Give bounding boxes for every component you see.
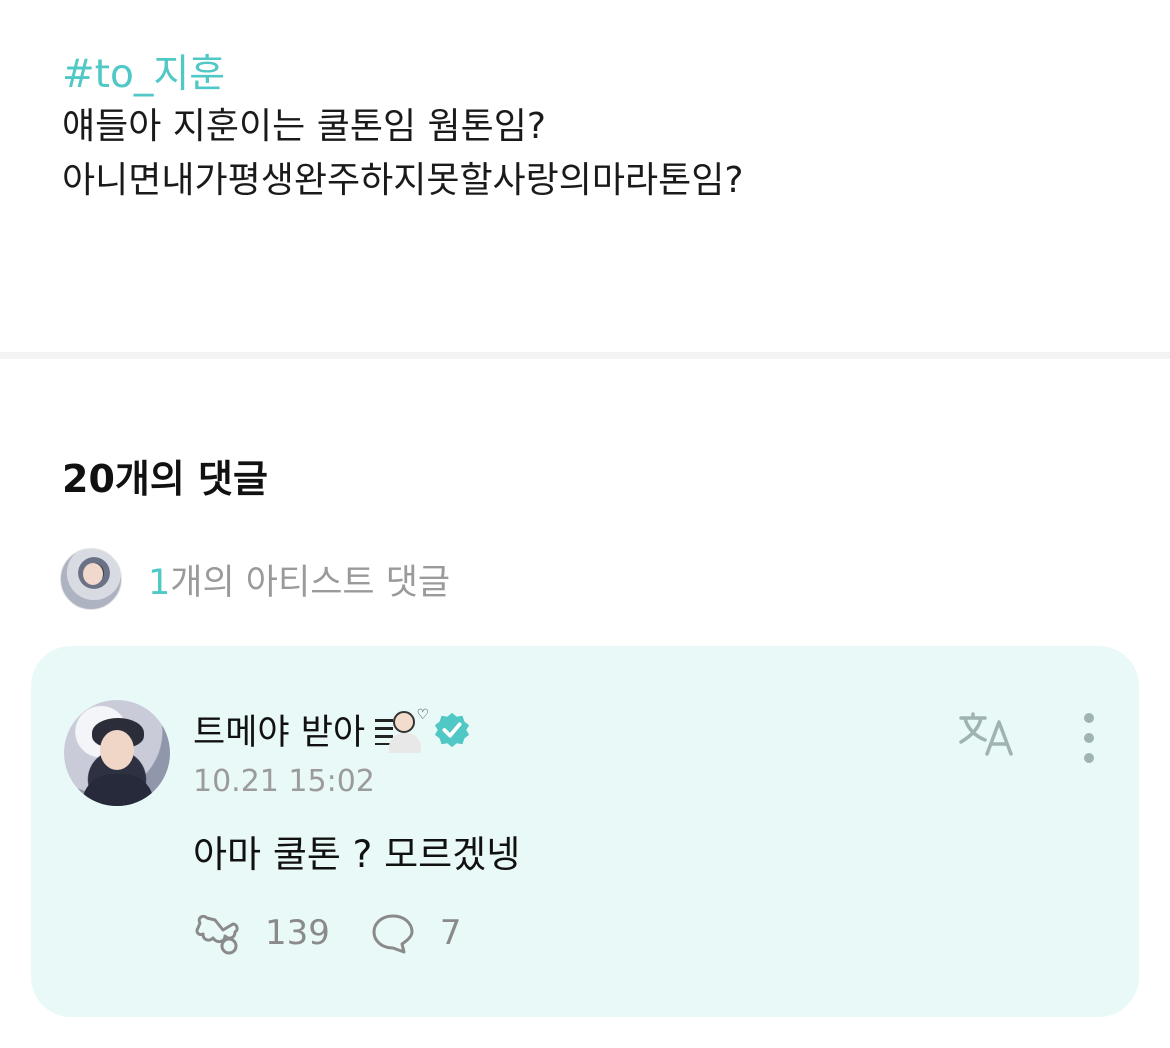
avatar-face [100,730,134,770]
speech-bubble-icon[interactable] [368,910,418,956]
person-tipping-hand-emoji: ♡ [375,707,429,753]
post-hashtag[interactable]: #to_지훈 [62,50,1122,100]
verified-badge-icon [433,711,471,749]
artist-comments-label: 1개의 아티스트 댓글 [148,554,450,605]
artist-mini-avatar [60,548,122,610]
author-name[interactable]: 트메야 받아 [193,704,365,755]
artist-comment-card: 트메야 받아 ♡ 10.21 15:02 아마 쿨톤 ? 모르겠넹 139 7 [31,646,1139,1017]
post-body: #to_지훈 얘들아 지훈이는 쿨톤임 웜톤임? 아니면내가평생완주하지못할사랑… [62,50,1122,208]
comment-text: 아마 쿨톤 ? 모르겠넹 [193,833,521,876]
cheer-icon[interactable] [193,910,243,956]
artist-comments-filter[interactable]: 1개의 아티스트 댓글 [60,548,450,610]
translate-icon[interactable] [957,710,1017,760]
post-line-1: 얘들아 지훈이는 쿨톤임 웜톤임? [62,106,546,147]
like-count: 139 [265,913,330,953]
comment-actions: 139 7 [193,910,500,956]
comments-count-title: 20개의 댓글 [62,457,268,501]
post-line-2: 아니면내가평생완주하지못할사랑의마라톤임? [62,160,744,201]
reply-count: 7 [439,913,462,953]
author-avatar[interactable] [64,700,170,806]
author-row: 트메야 받아 ♡ [193,704,471,755]
more-vertical-icon[interactable] [1077,710,1101,766]
section-divider [0,352,1170,359]
comment-timestamp: 10.21 15:02 [193,764,375,799]
artist-comments-text: 개의 아티스트 댓글 [170,562,451,603]
artist-comments-count: 1 [148,562,171,603]
avatar-body [82,774,154,806]
